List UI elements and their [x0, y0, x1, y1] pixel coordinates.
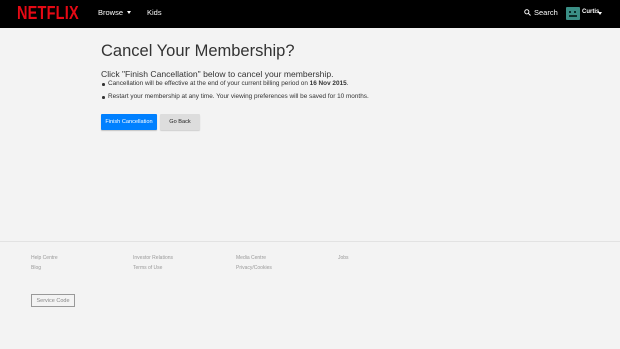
service-code-button[interactable]: Service Code: [31, 294, 75, 307]
footer-link-investor-relations[interactable]: Investor Relations: [133, 255, 173, 261]
footer: Help Centre Blog Investor Relations Term…: [0, 241, 620, 349]
browse-menu[interactable]: Browse: [98, 8, 132, 17]
kids-link[interactable]: Kids: [147, 8, 162, 17]
list-item-restart-info: Restart your membership at any time. You…: [101, 93, 369, 101]
footer-link-media-centre[interactable]: Media Centre: [236, 255, 266, 261]
top-navigation-bar: NETFLIX Browse Kids Search Curtis: [0, 0, 620, 28]
profile-avatar[interactable]: [566, 7, 580, 20]
page-title: Cancel Your Membership?: [101, 42, 295, 60]
footer-link-jobs[interactable]: Jobs: [338, 255, 349, 261]
footer-link-blog[interactable]: Blog: [31, 265, 41, 271]
search-label[interactable]: Search: [534, 8, 558, 17]
chevron-down-icon: [127, 11, 132, 14]
search-icon[interactable]: [524, 9, 531, 16]
footer-link-help-centre[interactable]: Help Centre: [31, 255, 58, 261]
go-back-button[interactable]: Go Back: [160, 114, 200, 130]
footer-link-privacy-cookies[interactable]: Privacy/Cookies: [236, 265, 272, 271]
finish-cancellation-button[interactable]: Finish Cancellation: [101, 114, 157, 130]
cancellation-info-list: Cancellation will be effective at the en…: [101, 80, 369, 106]
netflix-logo[interactable]: NETFLIX: [17, 5, 79, 23]
cancel-instructions: Click "Finish Cancellation" below to can…: [101, 69, 334, 79]
list-item-billing-period: Cancellation will be effective at the en…: [101, 80, 369, 88]
profile-name[interactable]: Curtis: [582, 9, 599, 15]
browse-label: Browse: [98, 8, 124, 17]
footer-link-terms-of-use[interactable]: Terms of Use: [133, 265, 162, 271]
chevron-down-icon[interactable]: [598, 12, 602, 15]
cancellation-date: 16 Nov 2015: [309, 80, 347, 87]
